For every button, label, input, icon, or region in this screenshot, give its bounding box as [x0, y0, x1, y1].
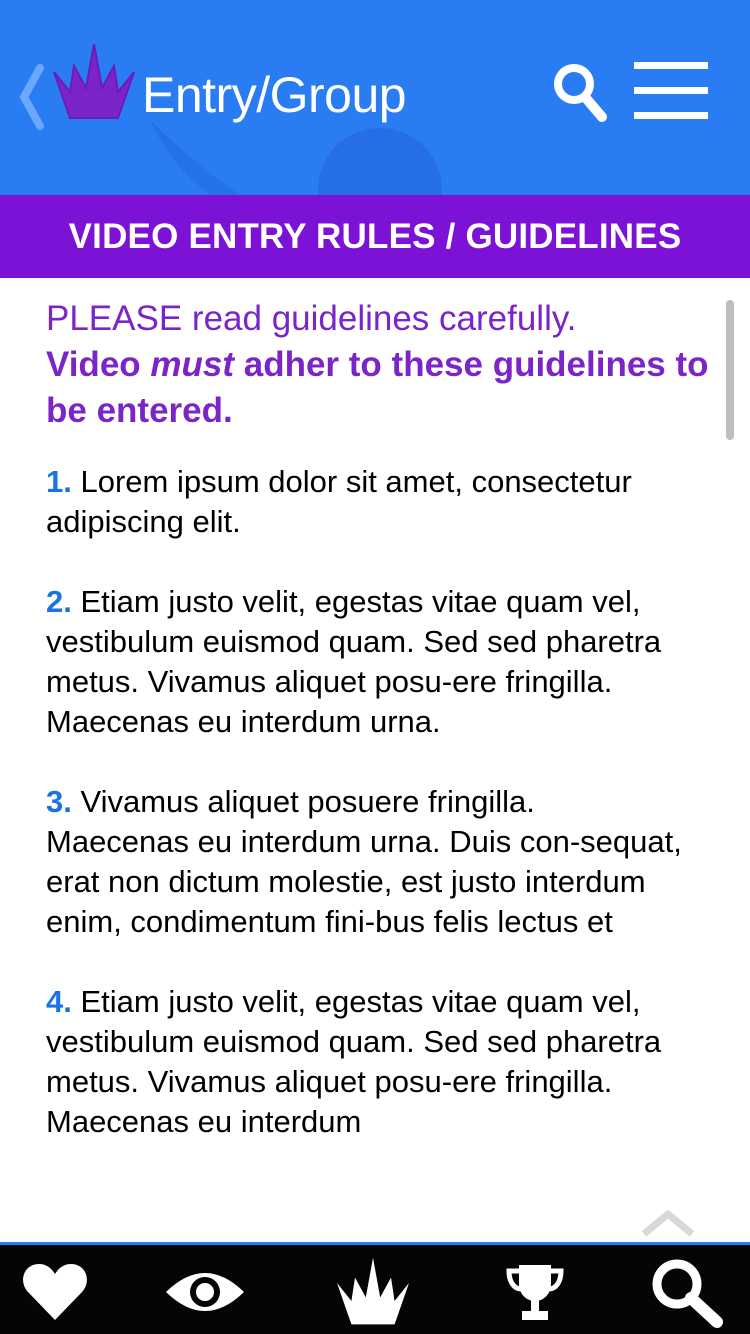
chevron-up-icon[interactable] — [640, 1208, 696, 1238]
rule-text: Etiam justo velit, egestas vitae quam ve… — [46, 584, 662, 739]
crown-logo-icon[interactable] — [52, 42, 136, 122]
bottom-navigation — [0, 1242, 750, 1334]
nav-search[interactable] — [642, 1254, 732, 1330]
page-title: Entry/Group — [142, 67, 407, 123]
banner-title: VIDEO ENTRY RULES / GUIDELINES — [68, 217, 682, 256]
rule-item: 2. Etiam justo velit, egestas vitae quam… — [46, 582, 686, 742]
rules-list: 1. Lorem ipsum dolor sit amet, consectet… — [46, 462, 686, 1182]
crown-logo-icon — [337, 1257, 409, 1325]
nav-watch[interactable] — [160, 1254, 250, 1330]
search-icon — [652, 1259, 723, 1328]
nav-trophies[interactable] — [490, 1254, 580, 1330]
rule-item: 1. Lorem ipsum dolor sit amet, consectet… — [46, 462, 686, 542]
nav-favorites[interactable] — [10, 1254, 100, 1330]
section-banner: VIDEO ENTRY RULES / GUIDELINES — [0, 195, 750, 278]
heart-icon — [23, 1264, 87, 1320]
nav-home[interactable] — [328, 1254, 418, 1330]
rule-item: 4. Etiam justo velit, egestas vitae quam… — [46, 982, 686, 1142]
app-header: Entry/Group — [0, 0, 750, 195]
intro-line-1: PLEASE read guidelines carefully. — [46, 299, 577, 338]
rule-text: Etiam justo velit, egestas vitae quam ve… — [46, 984, 662, 1139]
rule-number: 2. — [46, 584, 72, 619]
rule-number: 3. — [46, 784, 72, 819]
rule-item: 3. Vivamus aliquet posuere fringilla. Ma… — [46, 782, 686, 942]
bottom-accent-line — [0, 1242, 750, 1245]
rule-number: 4. — [46, 984, 72, 1019]
eye-icon — [166, 1273, 244, 1311]
scrollbar-thumb[interactable] — [726, 300, 734, 440]
hamburger-menu-icon[interactable] — [632, 62, 710, 120]
intro-notice: PLEASE read guidelines carefully. Video … — [46, 296, 736, 434]
rule-number: 1. — [46, 464, 72, 499]
rule-text: Lorem ipsum dolor sit amet, consectetur … — [46, 464, 632, 539]
search-icon[interactable] — [552, 62, 608, 124]
back-chevron-icon[interactable] — [14, 62, 46, 132]
intro-emphasis: must — [150, 345, 235, 384]
trophy-icon — [506, 1265, 564, 1320]
intro-line-2: Video must adher to these guidelines to … — [46, 345, 709, 430]
rule-text: Vivamus aliquet posuere fringilla. Maece… — [46, 784, 682, 939]
intro-line-2-start: Video — [46, 345, 151, 384]
rules-content[interactable]: PLEASE read guidelines carefully. Video … — [0, 278, 750, 1242]
